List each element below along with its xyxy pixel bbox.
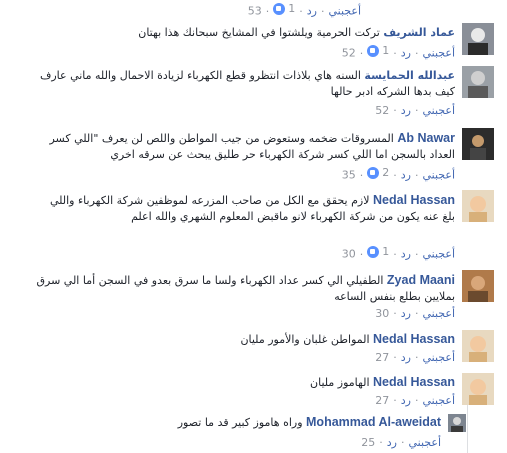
- avatar[interactable]: [462, 330, 494, 362]
- comment-author[interactable]: Nedal Hassan: [373, 375, 455, 389]
- like-icon: [367, 166, 380, 179]
- comment-age: 30: [375, 307, 390, 320]
- comment-author[interactable]: Nedal Hassan: [373, 332, 455, 346]
- reply-link[interactable]: رد: [401, 394, 411, 407]
- avatar[interactable]: [462, 373, 494, 405]
- reply-link[interactable]: رد: [401, 351, 411, 364]
- reaction-count[interactable]: 1: [367, 245, 389, 258]
- avatar[interactable]: [462, 66, 494, 98]
- comment-meta: أعجبني·رد·52: [375, 104, 455, 117]
- comment-text: المسروقات ضخمه وستعوض من جيب المواطن وال…: [49, 132, 455, 161]
- comment-meta: أعجبني·رد· 2·35: [341, 166, 455, 182]
- reaction-count[interactable]: 1: [367, 44, 389, 57]
- comment-age: 52: [341, 46, 356, 60]
- comment-meta: أعجبني·رد· 1·30: [341, 245, 455, 261]
- reply-link[interactable]: رد: [401, 248, 411, 261]
- reply-link[interactable]: رد: [401, 307, 411, 320]
- comment-meta: أعجبني·رد·25: [361, 436, 441, 449]
- comment-author[interactable]: عماد الشريف: [383, 26, 455, 39]
- like-icon: [273, 2, 286, 15]
- reaction-count[interactable]: 1: [273, 2, 295, 15]
- comment-text: تركت الحرمية ويلشتوا في المشايخ سبحانك ه…: [138, 26, 380, 39]
- like-link[interactable]: أعجبني: [422, 394, 455, 407]
- reply-link[interactable]: رد: [307, 5, 317, 18]
- like-icon: [367, 44, 380, 57]
- comment-body: Nedal Hassan المواطن غلبان والأمور مليان: [35, 331, 455, 348]
- comment-age: 52: [375, 104, 390, 117]
- like-link[interactable]: أعجبني: [422, 351, 455, 364]
- avatar[interactable]: [462, 23, 494, 55]
- comment-body: Nedal Hassan الهاموز مليان: [35, 374, 455, 391]
- comment-author[interactable]: Mohammad Al-aweidat: [306, 415, 441, 429]
- comment-author[interactable]: Zyad Maani: [387, 273, 455, 287]
- like-link[interactable]: أعجبني: [422, 47, 455, 60]
- like-link[interactable]: أعجبني: [328, 5, 361, 18]
- like-link[interactable]: أعجبني: [422, 248, 455, 261]
- comment-author[interactable]: Ab Nawar: [397, 131, 455, 145]
- like-icon: [367, 245, 380, 258]
- like-link[interactable]: أعجبني: [422, 169, 455, 182]
- comment-body: Nedal Hassan لازم يحقق مع الكل من صاحب ا…: [35, 192, 455, 225]
- comment-author[interactable]: Nedal Hassan: [373, 193, 455, 207]
- reply-thread-line: [467, 405, 468, 453]
- avatar[interactable]: [448, 414, 466, 432]
- comment-age: 27: [375, 394, 390, 407]
- avatar[interactable]: [462, 190, 494, 222]
- comment-body: عماد الشريف تركت الحرمية ويلشتوا في المش…: [35, 25, 455, 41]
- comment-author[interactable]: عبدالله الحمايسة: [364, 69, 455, 82]
- reply-link[interactable]: رد: [401, 47, 411, 60]
- comment-text: وراه هاموز كبير قد ما تصور: [177, 416, 303, 429]
- like-link[interactable]: أعجبني: [422, 307, 455, 320]
- comment-age: 35: [341, 168, 356, 182]
- comment-age: 30: [341, 247, 356, 261]
- like-link[interactable]: أعجبني: [408, 436, 441, 449]
- comment-meta: أعجبني·رد·30: [375, 307, 455, 320]
- comment-body: Zyad Maani الطفيلي الي كسر عداد الكهرباء…: [35, 272, 455, 305]
- avatar[interactable]: [462, 128, 494, 160]
- reaction-count[interactable]: 2: [367, 166, 389, 179]
- comment-meta: أعجبني·رد· 1·53: [247, 2, 361, 18]
- reply-link[interactable]: رد: [401, 169, 411, 182]
- reply-link[interactable]: رد: [401, 104, 411, 117]
- like-link[interactable]: أعجبني: [422, 104, 455, 117]
- avatar[interactable]: [462, 270, 494, 302]
- reply-link[interactable]: رد: [387, 436, 397, 449]
- comment-age: 25: [361, 436, 376, 449]
- comment-meta: أعجبني·رد·27: [375, 394, 455, 407]
- comment-body: Ab Nawar المسروقات ضخمه وستعوض من جيب ال…: [35, 130, 455, 163]
- comment-text: المواطن غلبان والأمور مليان: [240, 333, 370, 346]
- comment-age: 53: [247, 4, 262, 18]
- comment-text: الهاموز مليان: [310, 376, 370, 389]
- comment-meta: أعجبني·رد· 1·52: [341, 44, 455, 60]
- comment-body: عبدالله الحمايسة السنه هاي بلاذات انتظرو…: [35, 68, 455, 100]
- comment-age: 27: [375, 351, 390, 364]
- comment-body: Mohammad Al-aweidat وراه هاموز كبير قد م…: [41, 414, 441, 431]
- comment-meta: أعجبني·رد·27: [375, 351, 455, 364]
